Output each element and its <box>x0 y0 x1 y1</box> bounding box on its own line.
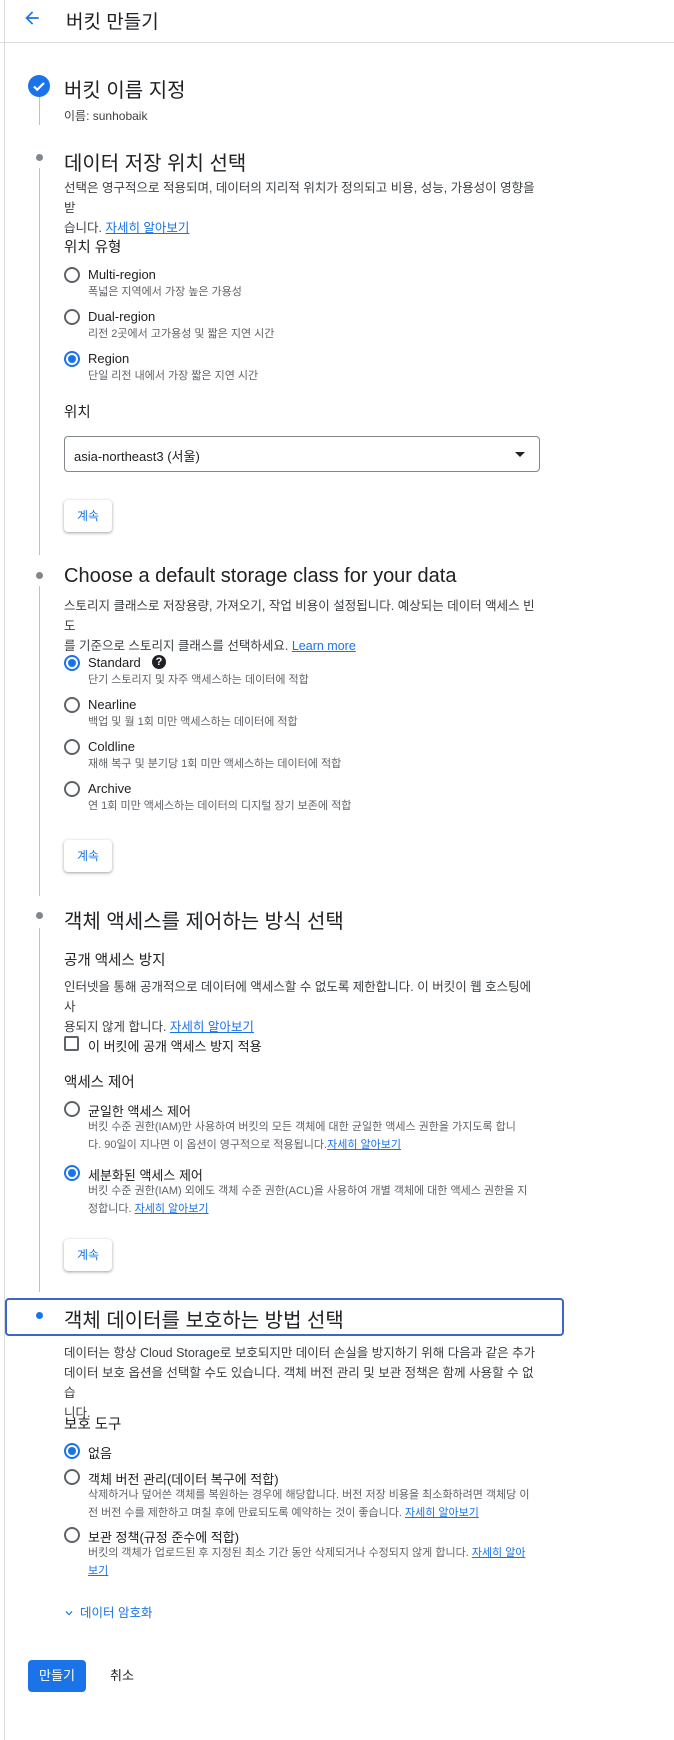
access-control-title: 액세스 제어 <box>64 1075 135 1091</box>
step-5-description: 데이터는 항상 Cloud Storage로 보호되지만 데이터 손실을 방지하… <box>64 1346 536 1420</box>
step-complete-check-icon <box>28 75 50 97</box>
option-label[interactable]: Coldline <box>88 739 135 754</box>
location-type-label: 위치 유형 <box>64 240 122 256</box>
learn-more-link[interactable]: 자세히 알아보기 <box>405 1507 479 1519</box>
option-label[interactable]: Multi-region <box>88 267 156 282</box>
option-description: 단일 리전 내에서 가장 짧은 지연 시간 <box>88 370 259 382</box>
step-4-marker <box>36 912 43 919</box>
step-4-title[interactable]: 객체 액세스를 제어하는 방식 선택 <box>64 905 344 934</box>
continue-button[interactable]: 계속 <box>64 840 112 872</box>
option-description: 버킷의 객체가 업로드된 후 지정된 최소 기간 동안 삭제되거나 수정되지 않… <box>88 1547 526 1577</box>
option-description: 버킷 수준 권한(IAM)만 사용하여 버킷의 모든 객체에 대한 균일한 액세… <box>88 1121 516 1151</box>
back-arrow-icon[interactable] <box>22 8 42 28</box>
step-connector <box>39 97 40 125</box>
step-connector <box>39 928 40 1292</box>
learn-more-link[interactable]: 자세히 알아보기 <box>135 1203 209 1215</box>
radio-object-versioning[interactable] <box>64 1469 80 1485</box>
option-label[interactable]: Archive <box>88 781 131 796</box>
option-description: 리전 2곳에서 고가용성 및 짧은 지연 시간 <box>88 328 275 340</box>
option-label[interactable]: Nearline <box>88 697 136 712</box>
option-description: 폭넓은 지역에서 가장 높은 가용성 <box>88 286 242 298</box>
radio-nearline[interactable] <box>64 697 80 713</box>
help-icon[interactable]: ? <box>152 655 166 669</box>
learn-more-link[interactable]: 자세히 알아보기 <box>327 1139 401 1151</box>
option-label[interactable]: Region <box>88 351 129 366</box>
option-label[interactable]: Dual-region <box>88 309 155 324</box>
cancel-button[interactable]: 취소 <box>98 1660 146 1692</box>
page-left-border <box>4 0 5 1740</box>
step-3-marker <box>36 572 43 579</box>
protection-tools-title: 보호 도구 <box>64 1417 122 1433</box>
step-3-title[interactable]: Choose a default storage class for your … <box>64 565 456 588</box>
radio-dual-region[interactable] <box>64 309 80 325</box>
learn-more-link[interactable]: 보기 <box>88 1565 108 1577</box>
option-description: 백업 및 월 1회 미만 액세스하는 데이터에 적합 <box>88 716 298 728</box>
radio-none[interactable] <box>64 1443 80 1459</box>
option-description: 연 1회 미만 액세스하는 데이터의 디지털 장기 보존에 적합 <box>88 800 352 812</box>
radio-standard[interactable] <box>64 655 80 671</box>
step-3-description: 스토리지 클래스로 저장용량, 가져오기, 작업 비용이 설정됩니다. 예상되는… <box>64 599 535 653</box>
location-select[interactable]: asia-northeast3 (서울) <box>64 436 540 472</box>
radio-fine-grained-access[interactable] <box>64 1165 80 1181</box>
data-encryption-toggle[interactable]: 데이터 암호화 <box>62 1602 152 1621</box>
public-access-prevention-checkbox[interactable] <box>64 1036 79 1051</box>
dropdown-caret-icon <box>515 452 525 457</box>
public-access-description: 인터넷을 통해 공개적으로 데이터에 액세스할 수 없도록 제한합니다. 이 버… <box>64 980 532 1034</box>
radio-retention-policy[interactable] <box>64 1527 80 1543</box>
radio-archive[interactable] <box>64 781 80 797</box>
learn-more-link[interactable]: 자세히 알아보기 <box>105 221 189 235</box>
option-description: 단기 스토리지 및 자주 액세스하는 데이터에 적합 <box>88 674 309 686</box>
page-header: 버킷 만들기 <box>0 0 674 43</box>
create-button[interactable]: 만들기 <box>28 1660 86 1692</box>
bucket-name-summary: 이름: sunhobaik <box>64 109 148 123</box>
data-encryption-label: 데이터 암호화 <box>80 1606 153 1620</box>
location-select-value: asia-northeast3 (서울) <box>74 449 200 464</box>
continue-button[interactable]: 계속 <box>64 1239 112 1271</box>
continue-button[interactable]: 계속 <box>64 500 112 532</box>
step-5-marker <box>36 1312 43 1319</box>
step-5-title[interactable]: 객체 데이터를 보호하는 방법 선택 <box>64 1304 344 1333</box>
step-2-title[interactable]: 데이터 저장 위치 선택 <box>64 147 246 176</box>
option-description: 버킷 수준 권한(IAM) 외에도 객체 수준 권한(ACL)을 사용하여 개별… <box>88 1185 528 1215</box>
option-label[interactable]: 없음 <box>88 1443 112 1462</box>
step-2-marker <box>36 154 43 161</box>
location-label: 위치 <box>64 405 91 421</box>
step-2-description: 선택은 영구적으로 적용되며, 데이터의 지리적 위치가 정의되고 비용, 성능… <box>64 181 535 235</box>
radio-uniform-access[interactable] <box>64 1101 80 1117</box>
option-description: 재해 복구 및 분기당 1회 미만 액세스하는 데이터에 적합 <box>88 758 342 770</box>
learn-more-link[interactable]: 자세히 알아보기 <box>170 1020 254 1034</box>
radio-multi-region[interactable] <box>64 267 80 283</box>
public-access-title: 공개 액세스 방지 <box>64 953 166 969</box>
option-label[interactable]: Standard <box>88 655 141 670</box>
option-description: 삭제하거나 덮어쓴 객체를 복원하는 경우에 해당합니다. 버전 저장 비용을 … <box>88 1489 530 1519</box>
learn-more-link[interactable]: Learn more <box>292 639 356 653</box>
page-title: 버킷 만들기 <box>66 12 159 33</box>
checkbox-label[interactable]: 이 버킷에 공개 액세스 방지 적용 <box>88 1036 262 1055</box>
step-connector <box>39 586 40 896</box>
chevron-down-icon <box>65 1611 73 1616</box>
step-connector <box>39 168 40 555</box>
learn-more-link[interactable]: 자세히 알아 <box>472 1547 526 1559</box>
radio-region[interactable] <box>64 351 80 367</box>
step-1-title[interactable]: 버킷 이름 지정 <box>64 74 186 103</box>
radio-coldline[interactable] <box>64 739 80 755</box>
